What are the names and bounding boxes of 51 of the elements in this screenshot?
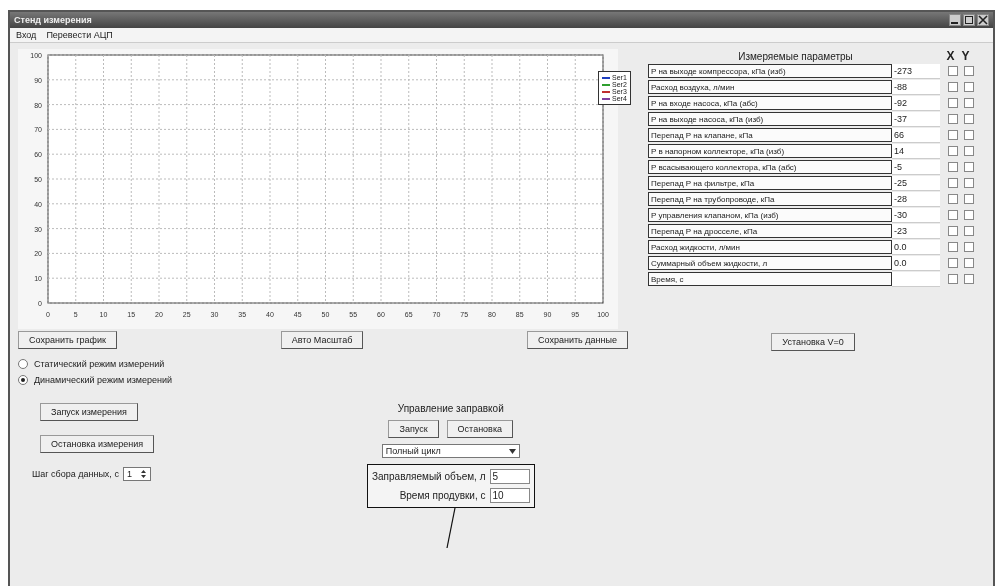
parameter-name: Расход жидкости, л/мин bbox=[648, 240, 892, 254]
field-label: Заправляемый объем, л bbox=[372, 471, 486, 482]
field-label: Время продувки, с bbox=[399, 490, 486, 501]
parameter-value: 66 bbox=[892, 127, 940, 143]
parameter-value: -25 bbox=[892, 175, 940, 191]
parameter-name: Перепад P на дросселе, кПа bbox=[648, 224, 892, 238]
chart-action-button[interactable]: Сохранить данные bbox=[527, 331, 628, 349]
parameter-name: P на выходе компрессора, кПа (изб) bbox=[648, 64, 892, 78]
parameter-name: P управления клапаном, кПа (изб) bbox=[648, 208, 892, 222]
parameter-value: 0.0 bbox=[892, 239, 940, 255]
menu-item[interactable]: Вход bbox=[16, 30, 37, 40]
measurement-button[interactable]: Запуск измерения bbox=[40, 403, 138, 421]
parameter-name: Перепад P на клапане, кПа bbox=[648, 128, 892, 142]
parameter-value: -92 bbox=[892, 95, 940, 111]
radio-label: Динамический режим измерений bbox=[34, 375, 173, 385]
parameter-name: Расход воздуха, л/мин bbox=[648, 80, 892, 94]
input-field[interactable]: 5 bbox=[489, 469, 530, 484]
parameter-name: Перепад P на фильтре, кПа bbox=[648, 176, 892, 190]
measurement-button[interactable]: Остановка измерения bbox=[40, 435, 155, 453]
parameter-name: Время, с bbox=[648, 272, 892, 286]
parameter-value: 14 bbox=[892, 143, 940, 159]
chart-action-button[interactable]: Авто Масштаб bbox=[280, 331, 364, 349]
input-field[interactable]: 10 bbox=[489, 488, 530, 503]
parameter-name: P всасывающего коллектора, кПа (абс) bbox=[648, 160, 892, 174]
parameter-value: -23 bbox=[892, 223, 940, 239]
step-label: Шаг сбора данных, с bbox=[32, 469, 119, 479]
radio-label: Статический режим измерений bbox=[34, 359, 165, 369]
table-title: Измеряемые параметры bbox=[737, 50, 854, 62]
parameter-name: P в напорном коллекторе, кПа (изб) bbox=[648, 144, 892, 158]
parameter-name: Суммарный объем жидкости, л bbox=[648, 256, 892, 270]
mode-dropdown[interactable]: Полный цикл bbox=[381, 444, 520, 458]
parameter-value: -273 bbox=[892, 63, 940, 79]
parameter-name: P на выходе насоса, кПа (изб) bbox=[648, 112, 892, 126]
parameter-value: 0.0 bbox=[892, 255, 940, 271]
column-header: X bbox=[945, 49, 956, 63]
parameter-value: -30 bbox=[892, 207, 940, 223]
zero-button[interactable]: Установка V=0 bbox=[771, 333, 855, 351]
parameter-value: -28 bbox=[892, 191, 940, 207]
menu-item[interactable]: Перевести АЦП bbox=[46, 30, 113, 40]
parameter-value: -5 bbox=[892, 159, 940, 175]
parameter-value: -88 bbox=[892, 79, 940, 95]
window-title: Стенд измерения bbox=[14, 15, 92, 25]
section-title: Управление заправкой bbox=[397, 403, 504, 414]
chart-action-button[interactable]: Сохранить график bbox=[18, 331, 117, 349]
step-spinner[interactable]: 1 bbox=[122, 467, 151, 481]
fill-button[interactable]: Остановка bbox=[446, 420, 514, 438]
parameter-name: P на входе насоса, кПа (абс) bbox=[648, 96, 892, 110]
column-header: Y bbox=[960, 49, 971, 63]
parameter-name: Перепад P на трубопроводе, кПа bbox=[648, 192, 892, 206]
fill-button[interactable]: Запуск bbox=[388, 420, 439, 438]
parameter-value: -37 bbox=[892, 111, 940, 127]
